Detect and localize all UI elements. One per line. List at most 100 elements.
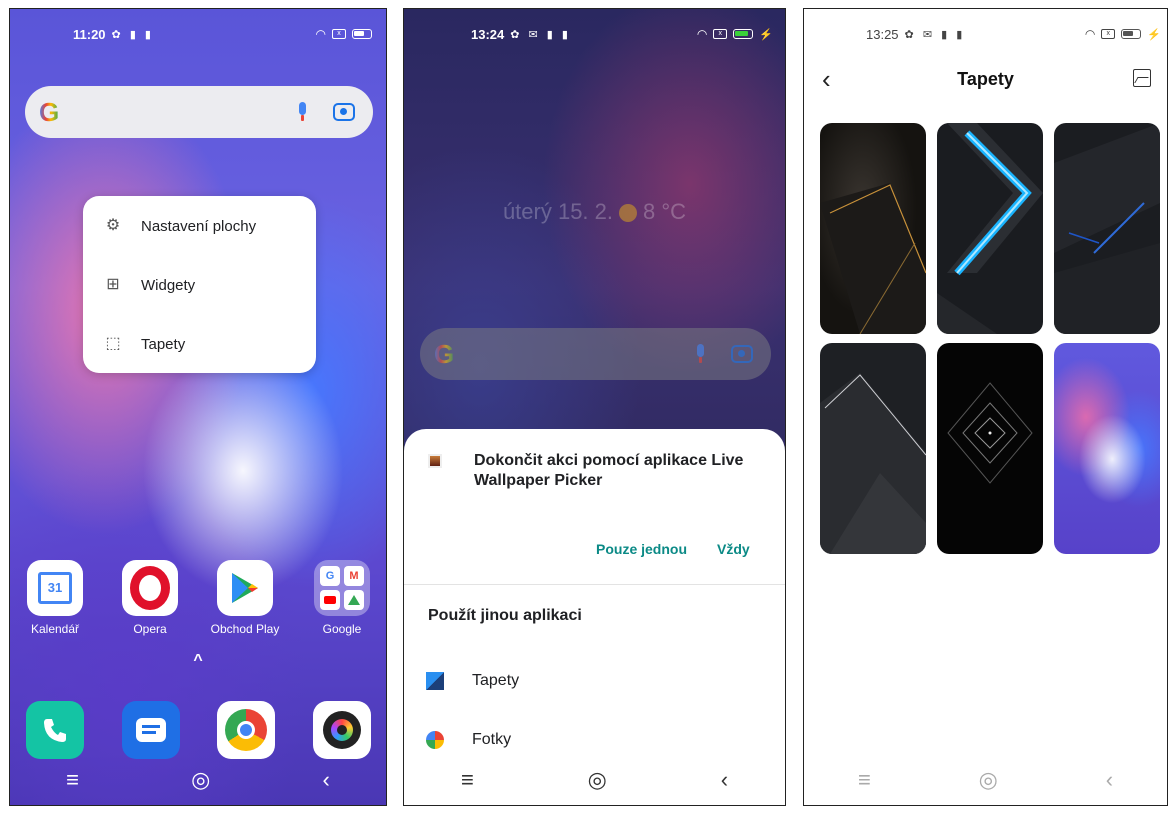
charging-icon: ⚡ — [1147, 28, 1161, 41]
wifi-icon: ◠ — [315, 27, 326, 41]
back-icon[interactable]: ‹ — [1106, 767, 1113, 793]
status-right-icons: ◠ x ⚡ — [697, 27, 773, 41]
menu-item-wallpapers[interactable]: ⬚ Tapety — [103, 334, 185, 354]
wallpaper-icon: ⬚ — [105, 335, 121, 352]
app-calendar[interactable]: 31 Kalendář — [15, 560, 95, 636]
wifi-icon: ◠ — [696, 27, 708, 41]
app-play-store[interactable]: Obchod Play — [205, 560, 285, 636]
google-logo-icon: G — [39, 96, 60, 127]
chooser-item-wallpapers[interactable]: Tapety — [426, 672, 519, 690]
wallpaper-thumbnail[interactable] — [937, 123, 1043, 334]
widgets-icon: ⊞ — [106, 276, 120, 293]
menu-item-label: Nastavení plochy — [141, 217, 257, 235]
wifi-icon: ◠ — [1084, 27, 1096, 41]
app-label: Opera — [133, 622, 167, 636]
google-search-bar: G — [420, 328, 771, 380]
dark-blue-lines-wallpaper — [1054, 123, 1160, 334]
google-folder-icon: G M — [314, 560, 370, 616]
play-store-icon — [217, 560, 273, 616]
app-chooser-sheet: Dokončit akci pomocí aplikace Live Wallp… — [404, 429, 785, 805]
messages-icon[interactable] — [122, 701, 180, 759]
sun-icon — [619, 204, 638, 223]
menu-icon[interactable]: ≡ — [66, 767, 79, 793]
app-drawer-arrow[interactable]: ^ — [10, 652, 386, 670]
blue-chevron-wallpaper — [937, 123, 1043, 334]
menu-icon[interactable]: ≡ — [461, 767, 474, 793]
photos-icon — [426, 731, 444, 749]
google-search-bar[interactable]: G — [25, 86, 373, 138]
chrome-icon[interactable] — [217, 701, 275, 759]
app-label: Kalendář — [30, 622, 80, 636]
status-notification-icons: ✿ ✉ ▮ ▮ — [510, 28, 571, 41]
menu-item-label: Tapety — [141, 335, 186, 353]
back-icon[interactable]: ‹ — [721, 767, 728, 793]
menu-item-widgets[interactable]: ⊞ Widgety — [103, 275, 195, 295]
mic-icon[interactable] — [297, 102, 307, 122]
chooser-item-label: Fotky — [472, 731, 512, 748]
battery-icon — [352, 29, 372, 39]
status-bar: 13:24 ✿ ✉ ▮ ▮ ◠ x ⚡ — [404, 9, 785, 59]
home-icon[interactable]: ◎ — [979, 767, 998, 793]
charging-icon: ⚡ — [759, 28, 773, 41]
temperature-text: 8 °C — [643, 199, 687, 224]
black-diamond-wallpaper — [947, 382, 1033, 484]
app-opera[interactable]: Opera — [110, 560, 190, 636]
app-google-folder[interactable]: G M Google — [302, 560, 382, 636]
home-context-menu: ⚙ Nastavení plochy ⊞ Widgety ⬚ Tapety — [83, 196, 316, 373]
dark-peaks-wallpaper — [820, 373, 926, 554]
status-bar: 13:25 ✿ ✉ ▮ ▮ ◠ x ⚡ — [804, 9, 1167, 59]
lens-camera-icon[interactable] — [333, 103, 355, 121]
always-button[interactable]: Vždy — [717, 541, 750, 557]
wallpaper-app-icon — [426, 672, 444, 690]
navigation-bar: ≡ ◎ ‹ — [10, 755, 386, 805]
triple-screenshot: 11:20 ✿ ▮ ▮ ◠ x G ⚙ Nastavení plochy ⊞ W… — [0, 0, 1169, 814]
status-notification-icons: ✿ ▮ ▮ — [111, 28, 154, 41]
navigation-bar: ≡ ◎ ‹ — [404, 755, 785, 805]
app-label: Google — [322, 622, 362, 636]
chooser-item-photos[interactable]: Fotky — [426, 731, 511, 749]
navigation-bar: ≡ ◎ ‹ — [804, 755, 1167, 805]
google-logo-icon: G — [434, 338, 455, 369]
use-other-app-heading: Použít jinou aplikaci — [428, 607, 582, 624]
sim-icon: x — [713, 29, 728, 39]
camera-icon[interactable] — [313, 701, 371, 759]
gear-icon: ⚙ — [105, 217, 121, 234]
date-text: úterý 15. 2. — [502, 199, 614, 224]
menu-icon[interactable]: ≡ — [858, 767, 871, 793]
opera-icon — [122, 560, 178, 616]
wallpaper-thumbnail[interactable] — [820, 123, 926, 334]
page-title: Tapety — [957, 68, 1014, 89]
divider — [404, 584, 785, 585]
status-time: 13:25 — [866, 26, 899, 42]
wallpaper-thumbnail[interactable] — [937, 343, 1043, 554]
phone-chooser-screen: 13:24 ✿ ✉ ▮ ▮ ◠ x ⚡ úterý 15. 2. 8 °C G D… — [403, 8, 786, 806]
chooser-item-label: Tapety — [472, 672, 520, 689]
sim-icon: x — [332, 29, 346, 39]
wallpaper-thumbnail[interactable] — [820, 343, 926, 554]
menu-item-label: Widgety — [141, 276, 196, 294]
battery-icon — [1121, 29, 1142, 39]
wallpaper-thumbnail[interactable] — [1054, 123, 1160, 334]
gallery-icon[interactable] — [1133, 69, 1151, 87]
status-right-icons: ◠ x ⚡ — [1085, 27, 1161, 41]
home-icon[interactable]: ◎ — [588, 767, 607, 793]
status-bar: 11:20 ✿ ▮ ▮ ◠ x — [10, 9, 386, 59]
back-icon[interactable]: ‹ — [323, 767, 330, 793]
status-notification-icons: ✿ ✉ ▮ ▮ — [904, 28, 966, 41]
calendar-icon: 31 — [27, 560, 83, 616]
battery-charging-icon — [733, 29, 754, 39]
sim-icon: x — [1101, 29, 1116, 39]
status-time: 11:20 — [73, 26, 106, 42]
phone-icon[interactable] — [26, 701, 84, 759]
status-right-icons: ◠ x — [316, 27, 372, 41]
phone-wallpapers-screen: 13:25 ✿ ✉ ▮ ▮ ◠ x ⚡ ‹ Tapety ≡ ◎ ‹ — [803, 8, 1168, 806]
mic-icon — [695, 344, 705, 364]
home-icon[interactable]: ◎ — [191, 767, 210, 793]
chooser-title: Dokončit akci pomocí aplikace Live Wallp… — [474, 452, 744, 489]
phone-home-screen: 11:20 ✿ ▮ ▮ ◠ x G ⚙ Nastavení plochy ⊞ W… — [9, 8, 387, 806]
menu-item-home-settings[interactable]: ⚙ Nastavení plochy — [103, 216, 256, 236]
wallpaper-thumbnail[interactable] — [1054, 343, 1160, 554]
dark-gold-wallpaper — [820, 183, 926, 334]
app-label: Obchod Play — [210, 622, 280, 636]
just-once-button[interactable]: Pouze jednou — [596, 541, 687, 557]
